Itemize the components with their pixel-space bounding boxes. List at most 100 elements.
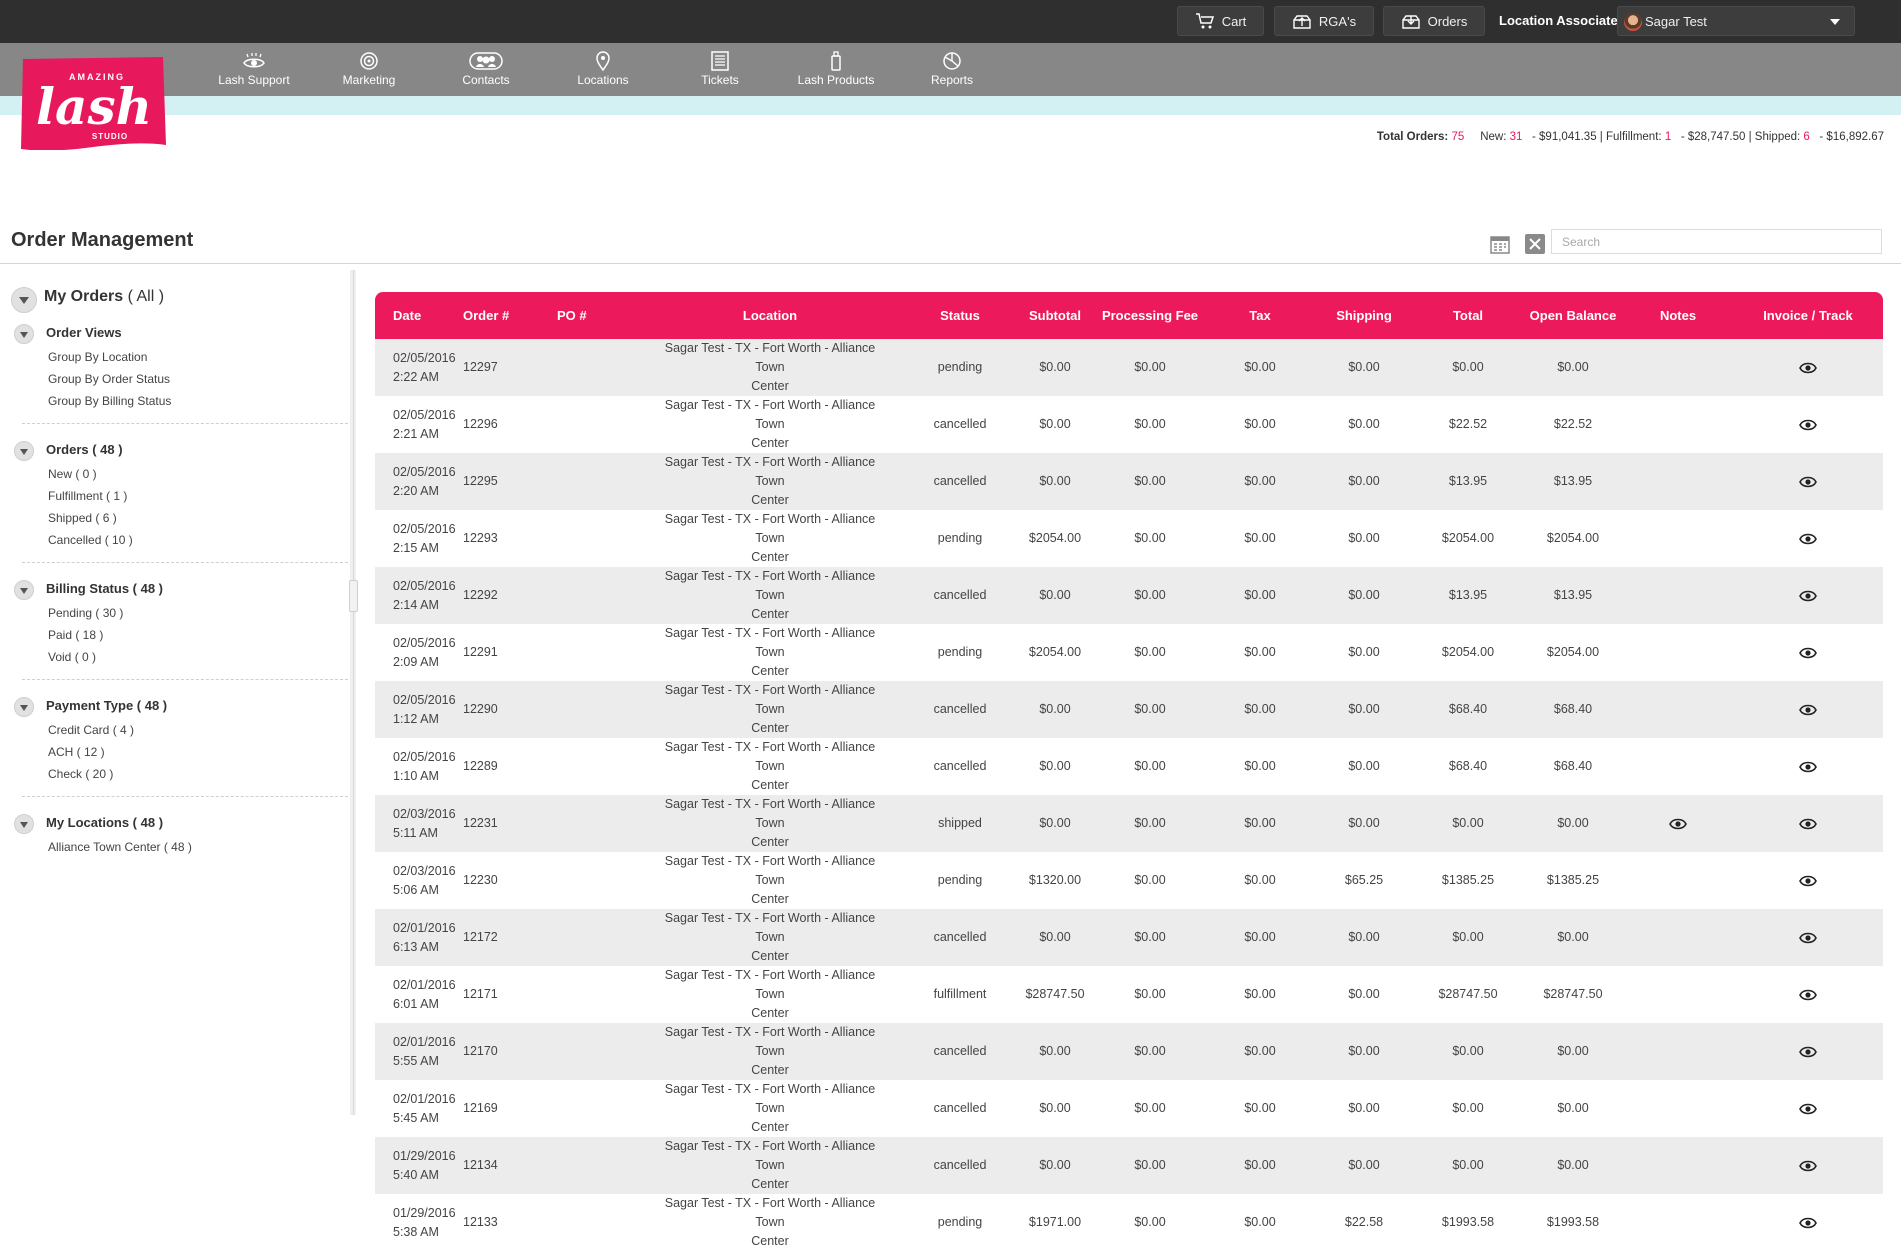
column-header-po-number[interactable]: PO # <box>545 292 635 339</box>
invoice-eye-icon[interactable] <box>1799 704 1817 716</box>
table-row[interactable]: 02/05/2016 2:15 AM 12293 Sagar Test - TX - … <box>375 510 1883 567</box>
table-row[interactable]: 02/05/2016 1:10 AM 12289 Sagar Test - TX - … <box>375 738 1883 795</box>
sidebar-item-ach[interactable]: ACH ( 12 ) <box>48 745 105 759</box>
sidebar-my-orders[interactable]: My Orders ( All ) <box>44 288 164 306</box>
search-input[interactable] <box>1551 229 1882 254</box>
invoice-eye-icon[interactable] <box>1799 875 1817 887</box>
invoice-eye-icon[interactable] <box>1799 989 1817 1001</box>
table-row[interactable]: 01/29/2016 5:38 AM 12133 Sagar Test - TX - … <box>375 1194 1883 1251</box>
invoice-eye-icon[interactable] <box>1799 1103 1817 1115</box>
sidebar-item-void[interactable]: Void ( 0 ) <box>48 650 96 664</box>
table-row[interactable]: 02/05/2016 2:20 AM 12295 Sagar Test - TX - … <box>375 453 1883 510</box>
collapse-toggle-icon[interactable] <box>14 580 34 600</box>
sidebar-item-check[interactable]: Check ( 20 ) <box>48 767 113 781</box>
nav-item-reports[interactable]: Reports <box>897 51 1007 87</box>
order-number-cell[interactable]: 12170 <box>455 1023 545 1080</box>
sidebar-item-group-by-order-status[interactable]: Group By Order Status <box>48 372 170 386</box>
orders-button[interactable]: Orders <box>1383 6 1485 36</box>
table-row[interactable]: 01/29/2016 5:40 AM 12134 Sagar Test - TX - … <box>375 1137 1883 1194</box>
invoice-eye-icon[interactable] <box>1799 419 1817 431</box>
nav-item-lash-products[interactable]: Lash Products <box>781 51 891 87</box>
table-row[interactable]: 02/05/2016 2:21 AM 12296 Sagar Test - TX - … <box>375 396 1883 453</box>
table-row[interactable]: 02/01/2016 6:01 AM 12171 Sagar Test - TX - … <box>375 966 1883 1023</box>
order-number-cell[interactable]: 12297 <box>455 339 545 396</box>
column-header-invoice-track[interactable]: Invoice / Track <box>1733 292 1883 339</box>
table-row[interactable]: 02/05/2016 2:22 AM 12297 Sagar Test - TX - … <box>375 339 1883 396</box>
table-row[interactable]: 02/05/2016 1:12 AM 12290 Sagar Test - TX - … <box>375 681 1883 738</box>
collapse-toggle-icon[interactable] <box>14 324 34 344</box>
table-row[interactable]: 02/01/2016 5:45 AM 12169 Sagar Test - TX - … <box>375 1080 1883 1137</box>
invoice-eye-icon[interactable] <box>1799 818 1817 830</box>
order-number-cell[interactable]: 12169 <box>455 1080 545 1137</box>
sidebar-item-alliance-town-center[interactable]: Alliance Town Center ( 48 ) <box>48 840 192 854</box>
order-number-cell[interactable]: 12290 <box>455 681 545 738</box>
order-number-cell[interactable]: 12134 <box>455 1137 545 1194</box>
notes-eye-icon[interactable] <box>1669 818 1687 830</box>
order-number-cell[interactable]: 12133 <box>455 1194 545 1251</box>
order-number-cell[interactable]: 12292 <box>455 567 545 624</box>
nav-item-contacts[interactable]: Contacts <box>431 51 541 87</box>
cart-button[interactable]: Cart <box>1177 6 1264 36</box>
column-header-tax[interactable]: Tax <box>1205 292 1315 339</box>
column-header-total[interactable]: Total <box>1413 292 1523 339</box>
clear-filter-icon[interactable] <box>1524 233 1546 255</box>
table-row[interactable]: 02/05/2016 2:09 AM 12291 Sagar Test - TX - … <box>375 624 1883 681</box>
invoice-eye-icon[interactable] <box>1799 1160 1817 1172</box>
shipping-cell: $0.00 <box>1315 681 1413 738</box>
sidebar-item-fulfillment[interactable]: Fulfillment ( 1 ) <box>48 489 127 503</box>
column-header-processing-fee[interactable]: Processing Fee <box>1095 292 1205 339</box>
column-header-open-balance[interactable]: Open Balance <box>1523 292 1623 339</box>
nav-item-locations[interactable]: Locations <box>548 51 658 87</box>
table-row[interactable]: 02/01/2016 6:13 AM 12172 Sagar Test - TX - … <box>375 909 1883 966</box>
sidebar-item-paid[interactable]: Paid ( 18 ) <box>48 628 103 642</box>
nav-item-lash-support[interactable]: Lash Support <box>199 51 309 87</box>
column-header-status[interactable]: Status <box>905 292 1015 339</box>
sidebar-item-cancelled[interactable]: Cancelled ( 10 ) <box>48 533 133 547</box>
table-row[interactable]: 02/05/2016 2:14 AM 12292 Sagar Test - TX - … <box>375 567 1883 624</box>
collapse-toggle-icon[interactable] <box>14 814 34 834</box>
column-header-location[interactable]: Location <box>635 292 905 339</box>
table-row[interactable]: 02/03/2016 5:06 AM 12230 Sagar Test - TX - … <box>375 852 1883 909</box>
order-number-cell[interactable]: 12230 <box>455 852 545 909</box>
column-header-shipping[interactable]: Shipping <box>1315 292 1413 339</box>
invoice-eye-icon[interactable] <box>1799 647 1817 659</box>
order-number-cell[interactable]: 12296 <box>455 396 545 453</box>
invoice-eye-icon[interactable] <box>1799 761 1817 773</box>
invoice-eye-icon[interactable] <box>1799 362 1817 374</box>
order-number-cell[interactable]: 12172 <box>455 909 545 966</box>
sidebar-item-credit-card[interactable]: Credit Card ( 4 ) <box>48 723 134 737</box>
sidebar-item-pending[interactable]: Pending ( 30 ) <box>48 606 123 620</box>
invoice-eye-icon[interactable] <box>1799 1217 1817 1229</box>
invoice-eye-icon[interactable] <box>1799 476 1817 488</box>
order-number-cell[interactable]: 12289 <box>455 738 545 795</box>
calendar-icon[interactable] <box>1489 233 1511 255</box>
sidebar-item-group-by-billing-status[interactable]: Group By Billing Status <box>48 394 171 408</box>
rgas-button[interactable]: RGA's <box>1274 6 1374 36</box>
column-header-subtotal[interactable]: Subtotal <box>1015 292 1095 339</box>
invoice-eye-icon[interactable] <box>1799 1046 1817 1058</box>
order-number-cell[interactable]: 12291 <box>455 624 545 681</box>
sidebar-item-shipped[interactable]: Shipped ( 6 ) <box>48 511 117 525</box>
amazing-lash-studio-logo[interactable]: AMAZING lash STUDIO <box>19 57 167 150</box>
nav-item-tickets[interactable]: Tickets <box>665 51 775 87</box>
invoice-eye-icon[interactable] <box>1799 590 1817 602</box>
collapse-toggle-icon[interactable] <box>11 287 37 313</box>
sidebar-item-new[interactable]: New ( 0 ) <box>48 467 97 481</box>
invoice-eye-icon[interactable] <box>1799 932 1817 944</box>
splitter-handle[interactable] <box>349 580 358 612</box>
collapse-toggle-icon[interactable] <box>14 441 34 461</box>
table-row[interactable]: 02/01/2016 5:55 AM 12170 Sagar Test - TX - … <box>375 1023 1883 1080</box>
column-header-order-number[interactable]: Order # <box>455 292 545 339</box>
order-number-cell[interactable]: 12171 <box>455 966 545 1023</box>
location-associate-select[interactable]: Sagar Test <box>1617 6 1855 36</box>
collapse-toggle-icon[interactable] <box>14 697 34 717</box>
column-header-notes[interactable]: Notes <box>1623 292 1733 339</box>
sidebar-item-group-by-location[interactable]: Group By Location <box>48 350 147 364</box>
table-row[interactable]: 02/03/2016 5:11 AM 12231 Sagar Test - TX - … <box>375 795 1883 852</box>
order-number-cell[interactable]: 12295 <box>455 453 545 510</box>
order-number-cell[interactable]: 12293 <box>455 510 545 567</box>
order-number-cell[interactable]: 12231 <box>455 795 545 852</box>
invoice-eye-icon[interactable] <box>1799 533 1817 545</box>
nav-item-marketing[interactable]: Marketing <box>314 51 424 87</box>
column-header-date[interactable]: Date <box>375 292 455 339</box>
